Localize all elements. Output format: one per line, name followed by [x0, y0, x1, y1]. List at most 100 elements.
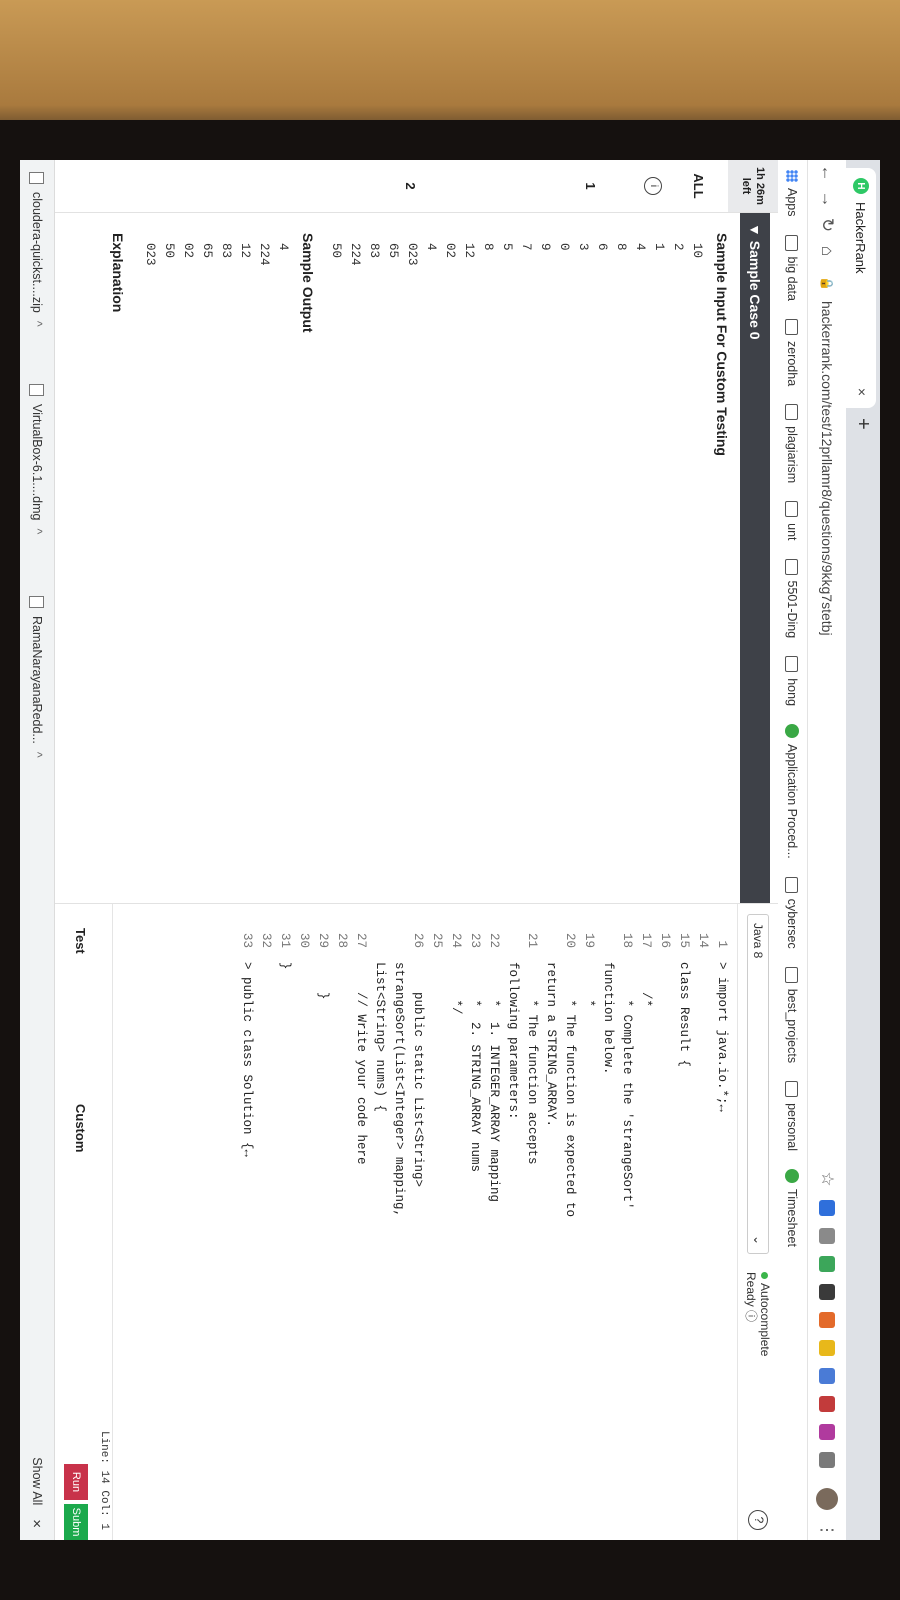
extension-icon[interactable] — [819, 1368, 835, 1384]
code-text: public static List<String> — [411, 962, 425, 1188]
bookmark-folder[interactable]: hong — [785, 656, 799, 706]
code-line[interactable]: 15 class Result { — [674, 904, 693, 1540]
download-item[interactable]: RamaNarayanaRedd... ^ — [29, 596, 45, 796]
rail-all[interactable]: ALL — [691, 160, 706, 212]
extension-icon[interactable] — [819, 1340, 835, 1356]
download-item[interactable]: cloudera-quickst....zip ^ — [29, 172, 45, 372]
bookmark-folder[interactable]: zerodha — [785, 318, 799, 386]
code-line[interactable]: 28 — [332, 904, 351, 1540]
code-line[interactable]: 29 } — [313, 904, 332, 1540]
bookmark-star-icon[interactable]: ☆ — [817, 1164, 837, 1194]
code-line[interactable]: 23 * 2. STRING_ARRAY nums — [465, 904, 484, 1540]
code-line[interactable]: 17 /* — [636, 904, 655, 1540]
extension-icon[interactable] — [819, 1284, 835, 1300]
bookmark-apps[interactable]: Apps — [785, 170, 799, 217]
code-line[interactable]: return a STRING_ARRAY. — [541, 904, 560, 1540]
line-number: 30 — [297, 932, 311, 948]
line-number: 25 — [430, 932, 444, 948]
url-field[interactable]: 🔒 hackerrank.com/test/12prllamr8/questio… — [819, 276, 835, 1164]
code-line[interactable]: 30 — [294, 904, 313, 1540]
code-line[interactable]: 32 — [256, 904, 275, 1540]
code-line[interactable]: 20 * The function is expected to — [560, 904, 579, 1540]
sample-line: 50 — [329, 243, 343, 259]
chevron-up-icon[interactable]: ^ — [30, 321, 44, 327]
language-select[interactable]: Java 8 ⌄ — [747, 914, 769, 1254]
code-line[interactable]: 33 > public class Solution {↔ — [237, 904, 256, 1540]
code-text: } — [316, 962, 330, 1000]
home-icon[interactable]: ⌂ — [817, 238, 837, 264]
profile-avatar[interactable] — [816, 1488, 838, 1510]
question-1[interactable]: 1 — [583, 160, 598, 212]
bookmark-folder[interactable]: best_projects — [785, 966, 799, 1063]
tab-custom[interactable]: Custom — [73, 1104, 88, 1152]
download-item[interactable]: VirtualBox-6.1....dmg ^ — [29, 384, 45, 584]
bookmark-site[interactable]: Timesheet — [785, 1169, 799, 1247]
sample-case-header[interactable]: ▼ Sample Case 0 — [740, 213, 770, 903]
sample-line: 12 — [462, 243, 476, 259]
code-line[interactable]: following parameters: — [503, 904, 522, 1540]
show-all-button[interactable]: Show All — [30, 1457, 44, 1505]
bookmark-label: 5501-Ding — [785, 580, 799, 639]
code-line[interactable]: 16 — [655, 904, 674, 1540]
code-area[interactable]: 1 > import java.io.*;↔ 14 15 class Result {1… — [237, 904, 737, 1540]
folder-icon — [785, 234, 799, 251]
file-icon — [29, 172, 45, 184]
question-rail: 1h 26m left ALL i 1 2 — [54, 160, 778, 213]
extension-icon[interactable] — [819, 1396, 835, 1412]
code-line[interactable]: 31} — [275, 904, 294, 1540]
code-line[interactable]: function below. — [598, 904, 617, 1540]
chevron-down-icon: ⌄ — [751, 1234, 765, 1245]
bookmark-folder[interactable]: 5501-Ding — [785, 558, 799, 639]
extension-icon[interactable] — [819, 1228, 835, 1244]
menu-icon[interactable]: ⋮ — [817, 1520, 837, 1540]
bookmark-folder[interactable]: big data — [785, 234, 799, 301]
extension-icon[interactable] — [819, 1312, 835, 1328]
folder-icon — [785, 656, 799, 673]
code-line[interactable]: 21 * The function accepts — [522, 904, 541, 1540]
code-line[interactable]: 1 > import java.io.*;↔ — [712, 904, 731, 1540]
close-icon[interactable]: × — [29, 1519, 46, 1528]
bookmark-folder[interactable]: unt — [785, 501, 799, 541]
extension-icon[interactable] — [819, 1424, 835, 1440]
code-line[interactable]: List<String> nums) { — [370, 904, 389, 1540]
code-line[interactable]: 24 */ — [446, 904, 465, 1540]
line-number — [389, 904, 408, 962]
forward-icon[interactable]: → — [817, 186, 837, 212]
extension-icon[interactable] — [819, 1256, 835, 1272]
chevron-up-icon[interactable]: ^ — [30, 529, 44, 535]
site-icon — [785, 1169, 799, 1184]
line-number: 23 — [468, 932, 482, 948]
code-line[interactable]: 14 — [693, 904, 712, 1540]
bookmark-folder[interactable]: plagiarism — [785, 404, 799, 483]
bookmark-folder[interactable]: personal — [785, 1081, 799, 1151]
tab-test[interactable]: Test — [73, 928, 88, 954]
extension-icon[interactable] — [819, 1452, 835, 1468]
submit-button[interactable]: Subm — [64, 1504, 88, 1540]
extension-icon[interactable] — [819, 1200, 835, 1216]
sample-input-block: 10 2 1 4 8 6 3 0 9 7 5 8 12 02 4 023 65 83 224 50 — [326, 233, 706, 883]
folder-icon — [785, 558, 799, 575]
help-icon[interactable]: ? — [748, 1510, 768, 1530]
code-line[interactable]: 19 * — [579, 904, 598, 1540]
code-line[interactable]: 25 — [427, 904, 446, 1540]
file-icon — [29, 596, 45, 608]
back-icon[interactable]: ← — [817, 160, 837, 186]
chevron-up-icon[interactable]: ^ — [30, 752, 44, 758]
code-line[interactable]: strangeSort(List<Integer> mapping, — [389, 904, 408, 1540]
bookmark-site[interactable]: Application Proced... — [785, 724, 799, 859]
code-line[interactable]: 22 * 1. INTEGER_ARRAY mapping — [484, 904, 503, 1540]
code-line[interactable]: 18 * Complete the 'strangeSort' — [617, 904, 636, 1540]
close-icon[interactable]: × — [854, 388, 870, 396]
run-button[interactable]: Run — [64, 1464, 88, 1500]
info-icon[interactable]: i — [644, 177, 662, 195]
browser-tab[interactable]: H HackerRank × — [846, 168, 876, 408]
code-line[interactable]: 27 // Write your code here — [351, 904, 370, 1540]
bookmark-folder[interactable]: cybersec — [785, 876, 799, 949]
line-number — [541, 904, 560, 962]
new-tab-button[interactable]: + — [851, 418, 874, 430]
question-2[interactable]: 2 — [403, 160, 418, 212]
code-line[interactable]: 26 public static List<String> — [408, 904, 427, 1540]
reload-icon[interactable]: ↻ — [817, 212, 837, 238]
autocomplete-status[interactable]: Autocomplete Ready ⓘ — [744, 1272, 772, 1356]
folder-icon — [785, 1081, 799, 1098]
